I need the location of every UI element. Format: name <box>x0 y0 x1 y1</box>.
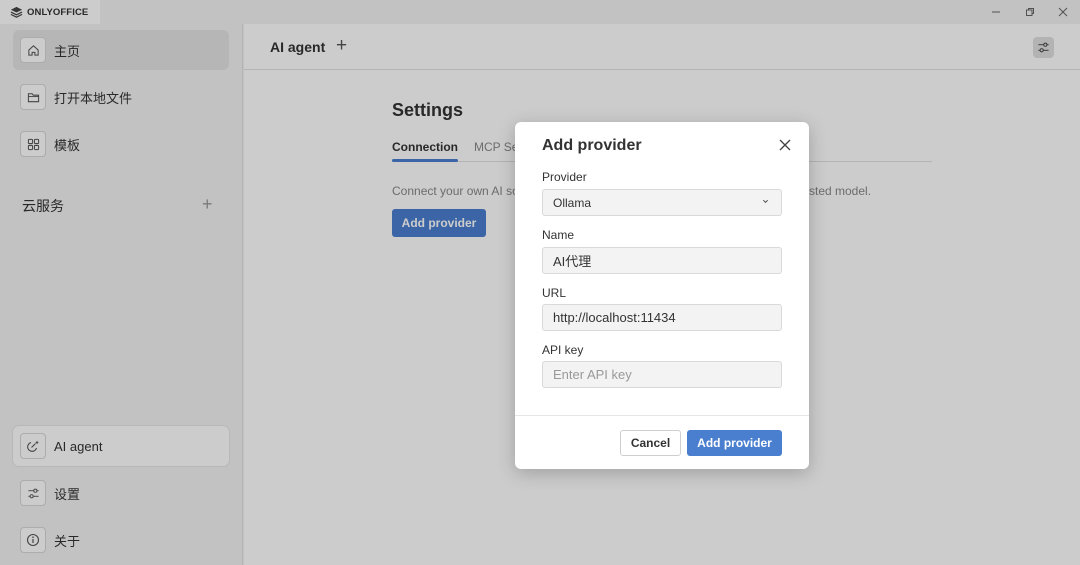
cancel-button[interactable]: Cancel <box>620 430 681 456</box>
provider-select-value: Ollama <box>553 195 592 210</box>
api-key-label: API key <box>542 343 584 357</box>
name-field[interactable]: AI代理 <box>542 247 782 274</box>
add-provider-dialog: Add provider Provider Ollama Name AI代理 U… <box>515 122 809 469</box>
name-label: Name <box>542 228 575 242</box>
provider-select[interactable]: Ollama <box>542 189 782 216</box>
chevron-down-icon <box>762 197 769 207</box>
dialog-title: Add provider <box>542 137 642 154</box>
dialog-footer-divider <box>515 415 809 416</box>
confirm-add-provider-button[interactable]: Add provider <box>687 430 782 456</box>
api-key-field[interactable]: Enter API key <box>542 361 782 388</box>
provider-label: Provider <box>542 170 587 184</box>
url-field[interactable]: http://localhost:11434 <box>542 304 782 331</box>
url-label: URL <box>542 286 567 300</box>
close-icon[interactable] <box>776 136 794 154</box>
